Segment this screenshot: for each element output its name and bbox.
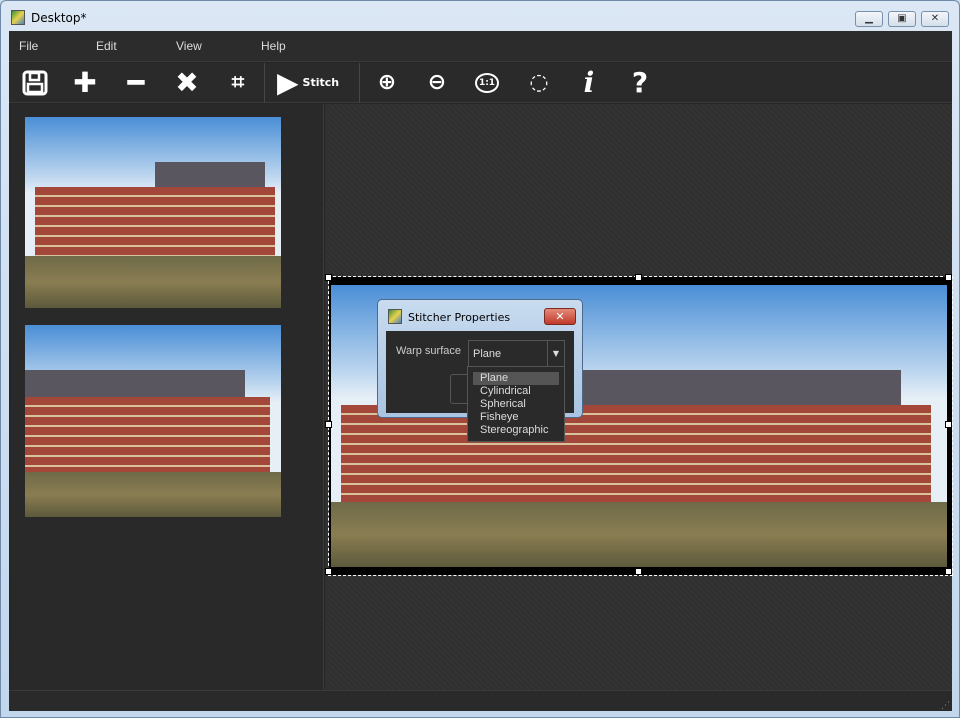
option-fisheye[interactable]: Fisheye: [473, 411, 559, 424]
minus-icon[interactable]: ━: [120, 67, 152, 99]
x-icon[interactable]: ✖: [171, 67, 203, 99]
window-title: Desktop*: [31, 11, 87, 25]
option-stereographic[interactable]: Stereographic: [473, 424, 559, 437]
zoom-fit-icon[interactable]: ◌: [523, 67, 555, 99]
dialog-icon: [388, 309, 402, 324]
separator: [359, 63, 360, 103]
menu-bar: File Edit View Help: [9, 31, 952, 62]
option-spherical[interactable]: Spherical: [473, 398, 559, 411]
minimize-button[interactable]: ▁: [855, 11, 883, 27]
crop-icon[interactable]: ⌗: [222, 67, 254, 99]
maximize-button[interactable]: ▣: [888, 11, 916, 27]
image-list-panel: [11, 104, 324, 690]
resize-handle[interactable]: [945, 274, 952, 281]
option-plane[interactable]: Plane: [473, 372, 559, 385]
info-icon[interactable]: i: [573, 67, 605, 99]
warp-surface-label: Warp surface: [396, 345, 462, 357]
dialog-title: Stitcher Properties: [408, 311, 511, 324]
resize-handle[interactable]: [325, 568, 332, 575]
stitch-label: Stitch: [302, 76, 340, 89]
option-cylindrical[interactable]: Cylindrical: [473, 385, 559, 398]
app-icon: [11, 10, 25, 25]
dialog-close-button[interactable]: ✕: [544, 308, 576, 325]
zoom-actual-size-icon[interactable]: 1:1: [471, 67, 503, 99]
resize-handle[interactable]: [325, 421, 332, 428]
resize-grip-icon[interactable]: ⋰: [941, 701, 950, 711]
zoom-out-icon[interactable]: ⊖: [421, 67, 453, 99]
warp-surface-dropdown-list: Plane Cylindrical Spherical Fisheye Ster…: [467, 366, 565, 442]
stitch-button[interactable]: ▶ Stitch: [277, 67, 357, 99]
chevron-down-icon[interactable]: ▼: [547, 341, 564, 366]
plus-icon[interactable]: ✚: [69, 67, 101, 99]
thumbnail-image-2[interactable]: [25, 325, 281, 517]
status-bar: ⋰: [9, 690, 952, 711]
thumbnail-image-1[interactable]: [25, 117, 281, 308]
resize-handle[interactable]: [945, 568, 952, 575]
separator: [264, 63, 265, 103]
toolbar: ✚ ━ ✖ ⌗ ▶ Stitch ⊕ ⊖ 1:1 ◌ i ?: [9, 63, 952, 103]
zoom-in-icon[interactable]: ⊕: [371, 67, 403, 99]
close-window-button[interactable]: ✕: [921, 11, 949, 27]
save-icon[interactable]: [19, 67, 51, 99]
resize-handle[interactable]: [635, 568, 642, 575]
warp-surface-select[interactable]: Plane ▼: [468, 340, 565, 367]
menu-help[interactable]: Help: [261, 39, 286, 53]
resize-handle[interactable]: [635, 274, 642, 281]
help-icon[interactable]: ?: [624, 67, 656, 99]
play-icon: ▶: [277, 66, 299, 99]
resize-handle[interactable]: [325, 274, 332, 281]
menu-file[interactable]: File: [19, 39, 38, 53]
menu-view[interactable]: View: [176, 39, 202, 53]
menu-edit[interactable]: Edit: [96, 39, 117, 53]
warp-surface-value: Plane: [473, 348, 502, 360]
resize-handle[interactable]: [945, 421, 952, 428]
